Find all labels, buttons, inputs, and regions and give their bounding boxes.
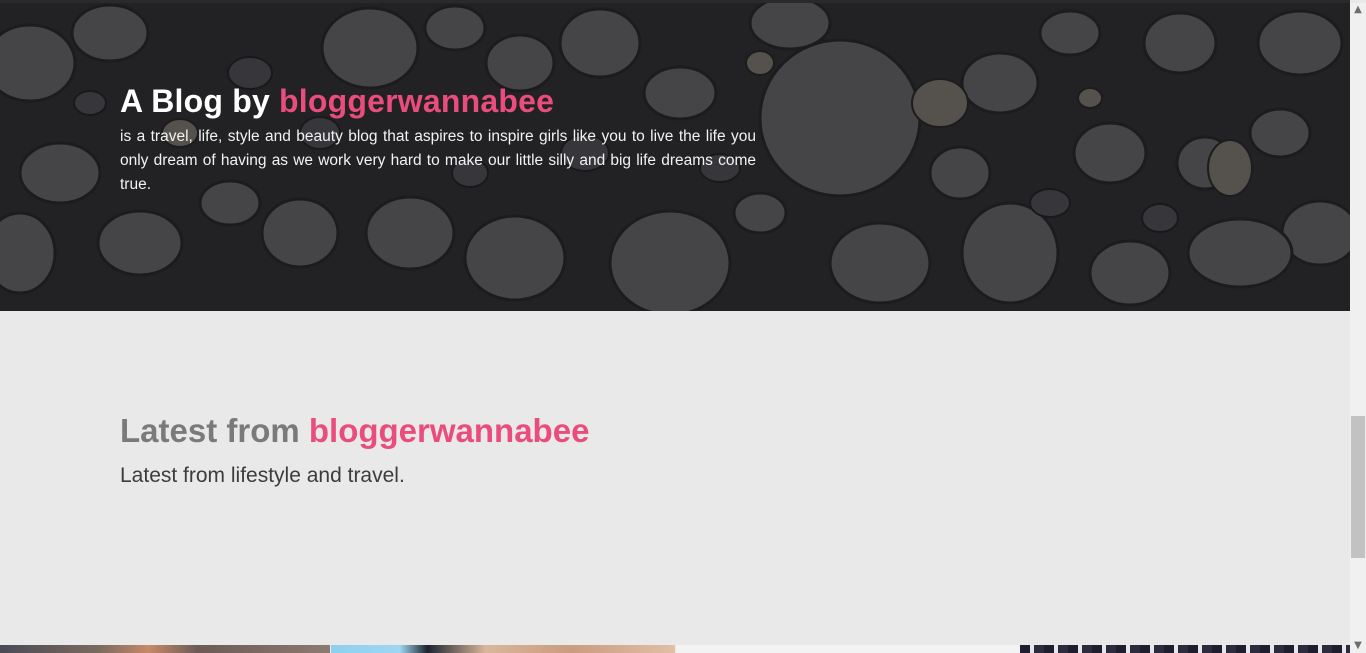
hero-title-prefix: A Blog by xyxy=(120,83,270,119)
page: A Blog by bloggerwannabee is a travel, l… xyxy=(0,0,1350,653)
hero-title: A Blog by bloggerwannabee xyxy=(120,81,756,121)
top-border xyxy=(0,0,1350,3)
post-thumbnail-row xyxy=(0,645,1350,653)
post-thumbnail[interactable] xyxy=(1020,645,1350,653)
chevron-down-icon[interactable]: ▼ xyxy=(1350,639,1366,653)
hero-banner: A Blog by bloggerwannabee is a travel, l… xyxy=(0,3,1350,311)
scrollbar-thumb[interactable] xyxy=(1351,416,1365,558)
post-thumbnail[interactable] xyxy=(331,645,675,653)
latest-title-prefix: Latest from xyxy=(120,412,300,449)
latest-title-brand: bloggerwannabee xyxy=(308,412,590,449)
post-thumbnail[interactable] xyxy=(676,645,1020,653)
hero-description: is a travel, life, style and beauty blog… xyxy=(120,128,756,193)
vertical-scrollbar[interactable]: ▲ ▼ xyxy=(1350,3,1366,653)
latest-section-header: Latest from bloggerwannabee Latest from … xyxy=(120,410,589,490)
hero-text-block: A Blog by bloggerwannabee is a travel, l… xyxy=(120,81,756,197)
post-thumbnail[interactable] xyxy=(0,645,330,653)
latest-subtitle: Latest from lifestyle and travel. xyxy=(120,464,405,487)
hero-title-brand: bloggerwannabee xyxy=(279,83,555,119)
chevron-up-icon[interactable]: ▲ xyxy=(1350,3,1366,17)
latest-title: Latest from bloggerwannabee xyxy=(120,410,589,452)
